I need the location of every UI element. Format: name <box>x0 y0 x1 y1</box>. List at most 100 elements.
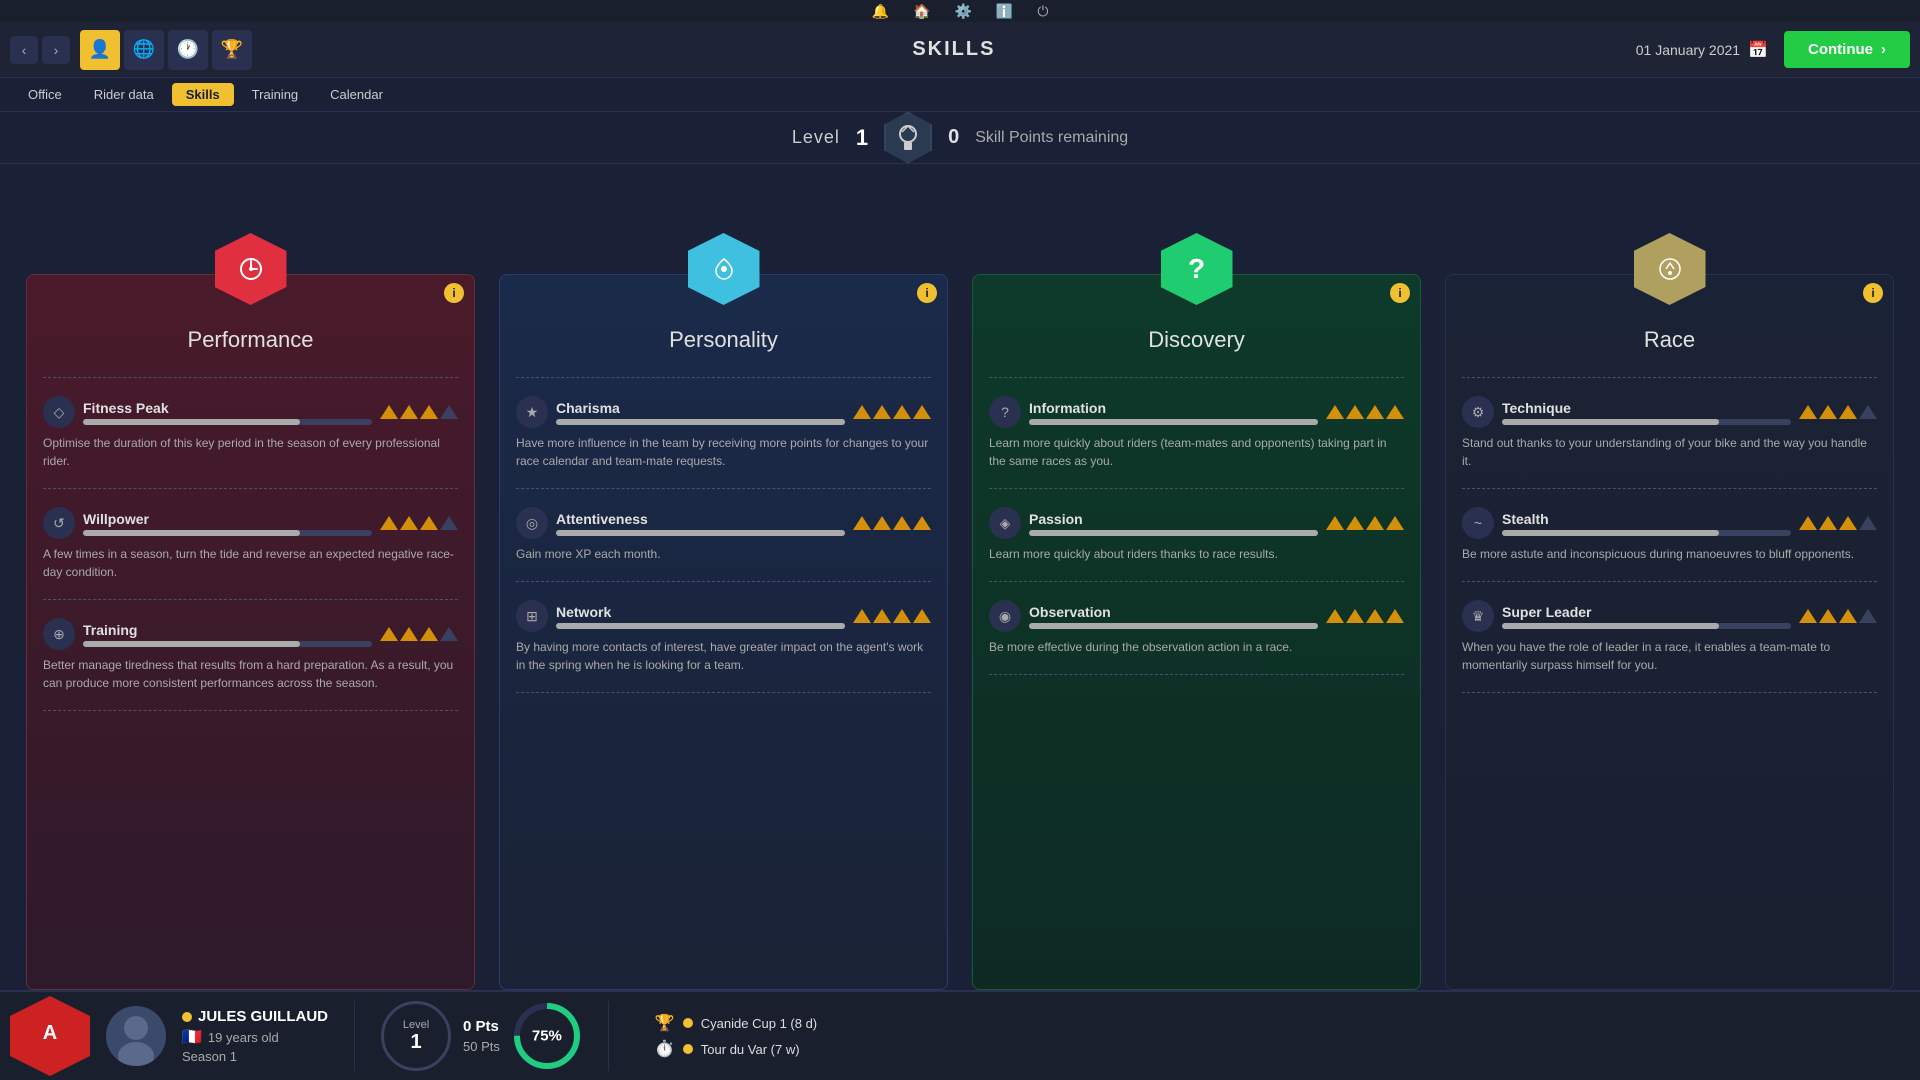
observation-icon: ◉ <box>989 600 1021 632</box>
triangle-4 <box>913 609 931 623</box>
power-icon[interactable]: ⏻ <box>1037 3 1048 20</box>
attentiveness-bar-fill <box>556 530 845 536</box>
triangle-3 <box>420 516 438 530</box>
bottom-level-num: 1 <box>410 1031 421 1054</box>
bottom-pts-value: 0 Pts <box>463 1018 499 1035</box>
training-bar <box>83 641 372 647</box>
triangle-1 <box>1326 516 1344 530</box>
player-info: JULES GUILLAUD 🇫🇷 19 years old Season 1 <box>182 1008 328 1064</box>
nav-back-button[interactable]: ‹ <box>10 36 38 64</box>
training-desc: Better manage tiredness that results fro… <box>43 656 458 692</box>
player-flag: 🇫🇷 <box>182 1027 202 1047</box>
race-trophy-icon: 🏆 <box>655 1013 675 1033</box>
nav-forward-button[interactable]: › <box>42 36 70 64</box>
triangle-1 <box>1799 405 1817 419</box>
bottom-level-label: Level <box>403 1019 429 1031</box>
info-icon[interactable]: ℹ️ <box>996 3 1013 20</box>
network-icon: ⊞ <box>516 600 548 632</box>
bottom-progress-text: 75% <box>532 1028 562 1045</box>
triangle-1 <box>853 609 871 623</box>
information-bar-fill <box>1029 419 1318 425</box>
information-triangles <box>1326 405 1404 419</box>
tab-office[interactable]: Office <box>14 83 76 106</box>
home-icon[interactable]: 🏠 <box>913 3 930 20</box>
tab-icon-clock[interactable]: 🕐 <box>168 30 208 70</box>
observation-triangles <box>1326 609 1404 623</box>
observation-bar <box>1029 623 1318 629</box>
continue-button[interactable]: Continue › <box>1784 31 1910 68</box>
attentiveness-icon: ◎ <box>516 507 548 539</box>
skill-super-leader: ♛ Super Leader When you have the r <box>1462 592 1877 682</box>
tab-icon-main[interactable]: 👤 <box>80 30 120 70</box>
info-btn-performance[interactable]: i <box>444 283 464 303</box>
triangle-1 <box>1799 516 1817 530</box>
triangle-3 <box>1839 609 1857 623</box>
tab-rider-data[interactable]: Rider data <box>80 83 168 106</box>
charisma-name: Charisma <box>556 400 845 416</box>
triangle-4 <box>1386 609 1404 623</box>
player-name-text: JULES GUILLAUD <box>198 1008 328 1025</box>
bottom-progress-circle: 75% <box>512 1001 582 1071</box>
super-leader-icon: ♛ <box>1462 600 1494 632</box>
triangle-3 <box>420 405 438 419</box>
stealth-triangles <box>1799 516 1877 530</box>
passion-desc: Learn more quickly about riders thanks t… <box>989 545 1404 563</box>
page-title: SKILLS <box>272 38 1636 61</box>
attentiveness-name: Attentiveness <box>556 511 845 527</box>
info-btn-personality[interactable]: i <box>917 283 937 303</box>
settings-icon[interactable]: ⚙️ <box>954 3 971 20</box>
info-btn-race[interactable]: i <box>1863 283 1883 303</box>
observation-bar-fill <box>1029 623 1318 629</box>
network-bar-fill <box>556 623 845 629</box>
passion-bar-fill <box>1029 530 1318 536</box>
notification-icon[interactable]: 🔔 <box>872 3 889 20</box>
skill-points-label: Skill Points remaining <box>975 129 1128 147</box>
tab-icon-globe[interactable]: 🌐 <box>124 30 164 70</box>
triangle-2 <box>400 405 418 419</box>
technique-bar-fill <box>1502 419 1719 425</box>
triangle-3 <box>893 609 911 623</box>
passion-icon: ◈ <box>989 507 1021 539</box>
svg-text:A: A <box>43 1022 57 1044</box>
bottom-level-circle: Level 1 <box>381 1001 451 1071</box>
triangle-3 <box>1366 609 1384 623</box>
tab-skills[interactable]: Skills <box>172 83 234 106</box>
tab-training[interactable]: Training <box>238 83 312 106</box>
fitness-peak-icon: ◇ <box>43 396 75 428</box>
stealth-name: Stealth <box>1502 511 1791 527</box>
card-title-performance: Performance <box>43 327 458 353</box>
player-season-text: Season 1 <box>182 1049 328 1064</box>
information-icon: ? <box>989 396 1021 428</box>
stealth-bar-fill <box>1502 530 1719 536</box>
top-nav: 🔔 🏠 ⚙️ ℹ️ ⏻ <box>0 0 1920 22</box>
technique-name: Technique <box>1502 400 1791 416</box>
card-title-race: Race <box>1462 327 1877 353</box>
triangle-1 <box>380 516 398 530</box>
super-leader-bar-fill <box>1502 623 1719 629</box>
skill-passion: ◈ Passion Learn more quickly about <box>989 499 1404 571</box>
training-bar-fill <box>83 641 300 647</box>
observation-desc: Be more effective during the observation… <box>989 638 1404 656</box>
tab-icon-trophy[interactable]: 🏆 <box>212 30 252 70</box>
calendar-icon[interactable]: 📅 <box>1748 40 1768 60</box>
triangle-2 <box>873 609 891 623</box>
charisma-icon: ★ <box>516 396 548 428</box>
triangle-2 <box>1346 516 1364 530</box>
tab-calendar[interactable]: Calendar <box>316 83 397 106</box>
triangle-2 <box>400 627 418 641</box>
triangle-2 <box>873 405 891 419</box>
info-btn-discovery[interactable]: i <box>1390 283 1410 303</box>
triangle-3 <box>893 405 911 419</box>
hex-icon-race <box>1634 233 1706 305</box>
triangle-1 <box>853 516 871 530</box>
skill-network: ⊞ Network By having more contacts <box>516 592 931 682</box>
second-bar: ‹ › 👤 🌐 🕐 🏆 SKILLS 01 January 2021 📅 Con… <box>0 22 1920 78</box>
card-race: i Race ⚙ Technique <box>1445 274 1894 990</box>
fitness-peak-name: Fitness Peak <box>83 400 372 416</box>
date-text: 01 January 2021 <box>1636 42 1740 58</box>
level-number: 1 <box>856 125 868 151</box>
skill-information: ? Information Learn more quickly a <box>989 388 1404 478</box>
super-leader-desc: When you have the role of leader in a ra… <box>1462 638 1877 674</box>
player-status-dot <box>182 1012 192 1022</box>
hex-icon-discovery: ? <box>1161 233 1233 305</box>
